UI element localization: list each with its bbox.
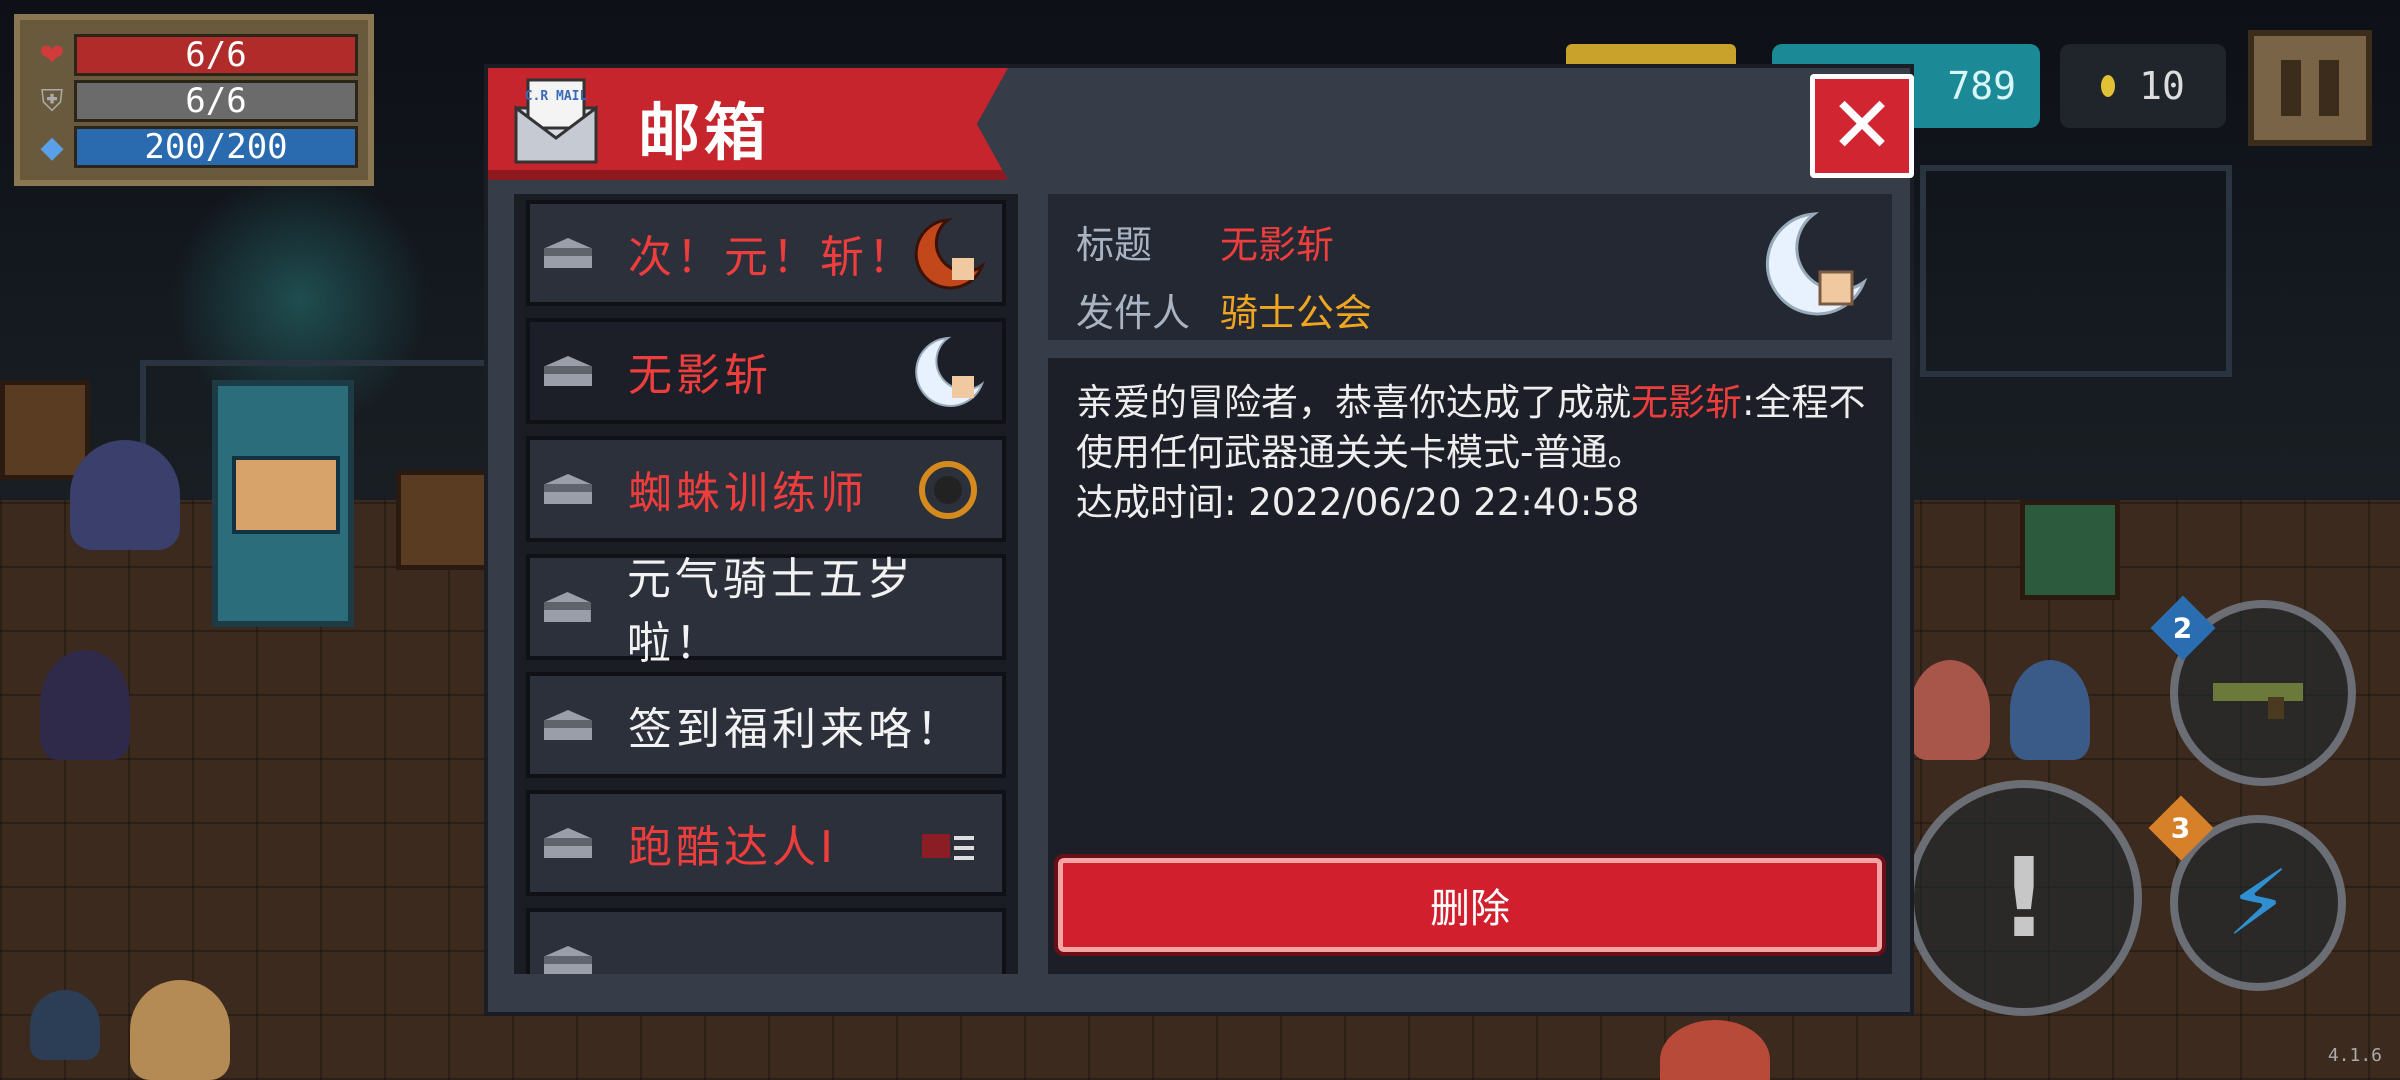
- envelope-icon: [544, 356, 592, 386]
- gun-icon: [2213, 683, 2303, 719]
- envelope-icon: [544, 710, 592, 740]
- coin-count: 10: [2139, 64, 2185, 108]
- armor-row: ⛨ 6/6: [30, 78, 358, 124]
- energy-bar: 200/200: [74, 126, 358, 168]
- spider-icon: [919, 461, 977, 519]
- envelope-icon: [544, 946, 592, 974]
- player-stats-panel: ❤ 6/6 ⛨ 6/6 ◆ 200/200: [14, 14, 374, 186]
- attack-button[interactable]: !: [1906, 780, 2142, 1016]
- red-crescent-slash-icon: [914, 218, 986, 290]
- mail-item-label: 元气骑士五岁啦！: [626, 554, 915, 669]
- shelf: [0, 380, 90, 480]
- lightning-icon: ⚡: [2226, 850, 2290, 956]
- shop-npc: [1910, 660, 1990, 760]
- title-value: 无影斩: [1220, 223, 1335, 267]
- envelope-icon: [544, 592, 591, 622]
- mail-icon: C.R MAIL: [514, 78, 598, 164]
- mailbox-header: C.R MAIL 邮箱: [488, 68, 1008, 180]
- mail-item[interactable]: 次！元！斩！: [526, 200, 1006, 306]
- mail-item[interactable]: 签到福利来咯！: [526, 672, 1006, 778]
- mail-message: 亲爱的冒险者，恭喜你达成了成就无影斩:全程不使用任何武器通关关卡模式-普通。 达…: [1076, 378, 1876, 528]
- mail-item-label: 签到福利来咯！: [628, 704, 964, 755]
- coin-icon: [2101, 75, 2116, 97]
- dark-npc: [40, 650, 130, 760]
- mail-list[interactable]: 次！元！斩！ 无影斩 蜘蛛训练师 元气骑士五岁啦！ 签到福利来咯！ 跑酷达人I: [514, 194, 1018, 974]
- mail-item-label: 蜘蛛训练师: [628, 468, 868, 519]
- mail-detail-header: 标题 无影斩 发件人 骑士公会: [1048, 194, 1892, 340]
- mail-detail-body: 亲爱的冒险者，恭喜你达成了成就无影斩:全程不使用任何武器通关关卡模式-普通。 达…: [1048, 358, 1892, 974]
- close-icon: ✕: [1829, 81, 1895, 171]
- shield-icon: ⛨: [40, 83, 64, 119]
- diamond-icon: ◆: [40, 129, 64, 165]
- mail-item-label: 次！元！斩！: [628, 232, 916, 283]
- pot: [30, 990, 100, 1060]
- envelope-icon: [544, 828, 592, 858]
- envelope-icon: [544, 474, 592, 504]
- envelope-icon: [544, 238, 592, 268]
- delete-button[interactable]: 删除: [1058, 858, 1882, 952]
- achieved-time: 达成时间: 2022/06/20 22:40:58: [1076, 481, 1640, 524]
- vending-machine: [212, 380, 354, 627]
- attack-icon: !: [1998, 834, 2050, 962]
- white-crescent-slash-icon: [915, 336, 985, 407]
- ninja-icon: [922, 834, 974, 860]
- wall-frame: [1920, 165, 2232, 377]
- energy-row: ◆ 200/200: [30, 124, 358, 170]
- mail-icon-text: C.R MAIL: [525, 89, 588, 104]
- close-button[interactable]: ✕: [1810, 74, 1914, 178]
- mail-item[interactable]: 元气骑士五岁啦！: [526, 554, 1006, 669]
- heart-icon: ❤: [39, 37, 65, 73]
- mailbox-dialog: C.R MAIL 邮箱 ✕ 次！元！斩！ 无影斩 蜘蛛训练师 元气骑士五岁啦！ …: [484, 64, 1914, 1016]
- message-text: 亲爱的冒险者，恭喜你达成了成就: [1076, 381, 1631, 424]
- title-label: 标题: [1076, 223, 1153, 267]
- health-bar: 6/6: [74, 34, 358, 76]
- bear-npc: [130, 980, 230, 1080]
- pause-button[interactable]: [2248, 30, 2372, 146]
- health-row: ❤ 6/6: [30, 32, 358, 78]
- pause-icon: [2281, 60, 2301, 116]
- mail-item-label: 跑酷达人I: [628, 822, 837, 873]
- mail-item-label: 无影斩: [628, 350, 772, 401]
- mail-item-partial[interactable]: [526, 908, 1006, 974]
- mail-item[interactable]: 跑酷达人I: [526, 790, 1006, 896]
- green-chest: [2020, 500, 2120, 600]
- sender-label: 发件人: [1076, 291, 1191, 335]
- shop-npc: [2010, 660, 2090, 760]
- white-crescent-slash-icon: [1765, 212, 1868, 316]
- coin-counter: 10: [2060, 44, 2226, 128]
- version-label: 4.1.6: [2327, 1045, 2382, 1066]
- mail-item-selected[interactable]: 无影斩: [526, 318, 1006, 424]
- crate: [396, 470, 496, 570]
- sender-value: 骑士公会: [1220, 291, 1373, 335]
- armor-bar: 6/6: [74, 80, 358, 122]
- wizard-npc: [70, 440, 180, 550]
- mailbox-title: 邮箱: [638, 96, 771, 169]
- achievement-name: 无影斩: [1631, 381, 1742, 424]
- mail-item[interactable]: 蜘蛛训练师: [526, 436, 1006, 542]
